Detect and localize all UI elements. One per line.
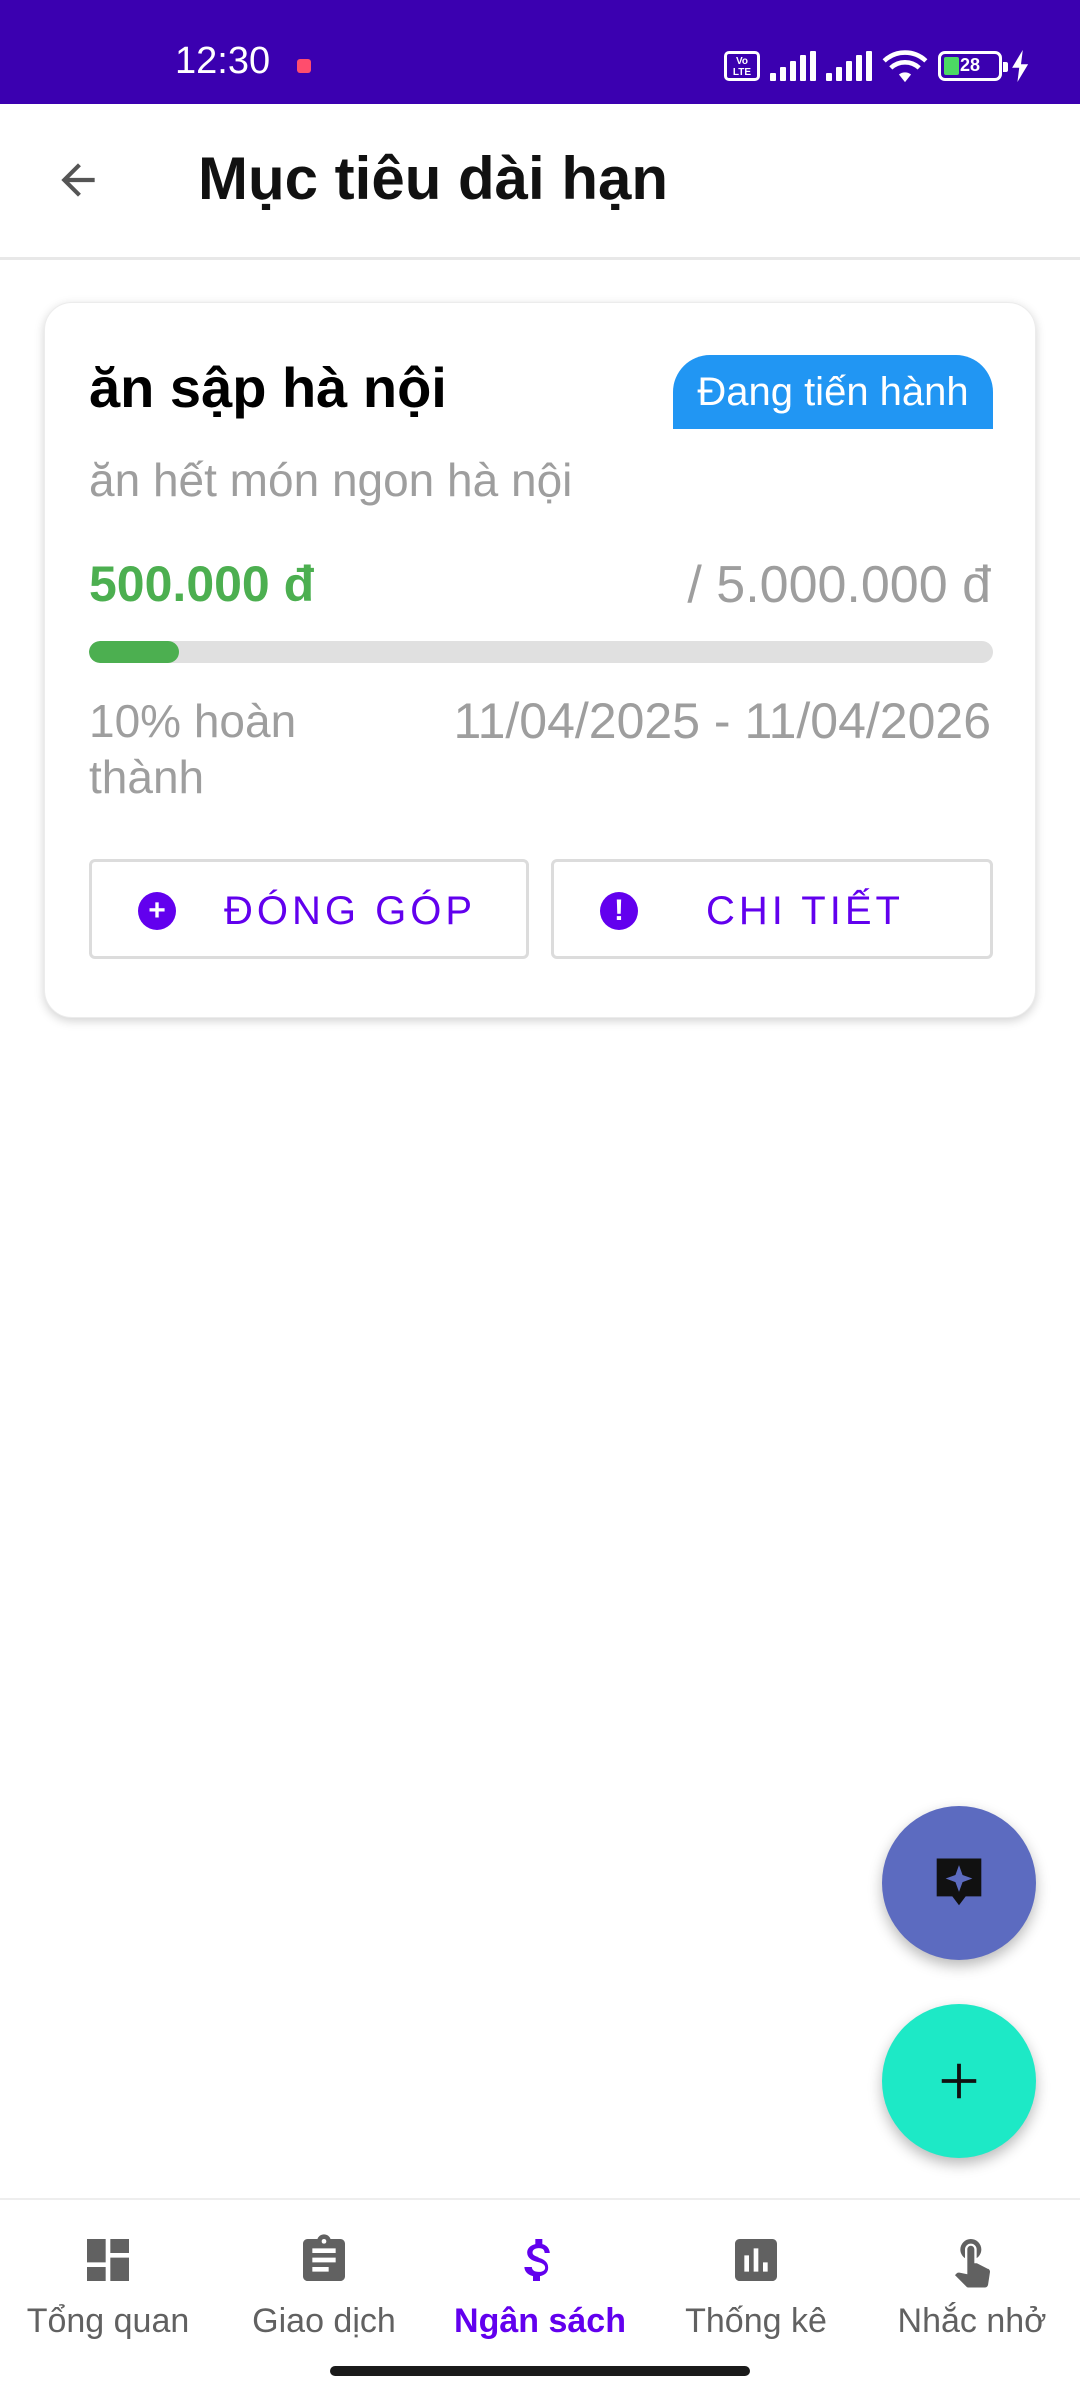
nav-item-thong-ke[interactable]: Thống kê (648, 2230, 864, 2370)
charging-icon (1012, 50, 1029, 82)
nav-item-ngan-sach[interactable]: Ngân sách (432, 2230, 648, 2370)
nav-item-nhac-nho[interactable]: Nhắc nhở (864, 2230, 1080, 2370)
progress-fill (89, 641, 180, 663)
current-amount: 500.000 đ (89, 556, 315, 612)
ai-assistant-fab[interactable] (882, 1806, 1036, 1960)
nav-item-giao-dich[interactable]: Giao dịch (216, 2230, 432, 2370)
status-icons: Vo LTE 28 (724, 46, 1030, 86)
nav-label: Ngân sách (454, 2302, 626, 2340)
notification-dot-icon (297, 59, 311, 73)
app-bar: Mục tiêu dài hạn (0, 104, 1080, 260)
add-goal-fab[interactable] (882, 2004, 1036, 2158)
dashboard-icon (87, 2239, 129, 2281)
contribute-label: ĐÓNG GÓP (224, 889, 477, 933)
date-range: 11/04/2025 - 11/04/2026 (453, 693, 992, 749)
wifi-icon (882, 50, 928, 83)
nav-label: Giao dịch (252, 2302, 396, 2340)
contribute-button[interactable]: + ĐÓNG GÓP (89, 859, 529, 959)
status-bar: 12:30 Vo LTE 28 (0, 0, 1080, 104)
arrow-back-icon (61, 163, 95, 197)
detail-button[interactable]: ! CHI TIẾT (551, 859, 993, 959)
nav-label: Thống kê (685, 2302, 827, 2340)
nav-label: Tổng quan (26, 2302, 190, 2340)
sparkle-chat-icon (936, 1858, 982, 1906)
plus-circle-icon: + (138, 892, 176, 930)
back-button[interactable] (40, 142, 116, 218)
volte-icon: Vo LTE (724, 51, 760, 81)
dollar-icon (524, 2239, 550, 2281)
goal-description: ăn hết món ngon hà nội (89, 454, 573, 506)
status-time: 12:30 (175, 40, 271, 82)
clipboard-icon (303, 2234, 345, 2281)
plus-icon (941, 2063, 977, 2099)
page-title: Mục tiêu dài hạn (198, 145, 669, 212)
battery-icon: 28 (938, 51, 1008, 81)
bar-chart-icon (735, 2239, 777, 2281)
target-amount: / 5.000.000 đ (687, 556, 991, 614)
touch-icon (954, 2239, 991, 2288)
signal-icon-1 (770, 51, 816, 81)
progress-bar (89, 641, 993, 663)
signal-icon-2 (826, 51, 872, 81)
detail-label: CHI TIẾT (706, 889, 904, 933)
status-badge: Đang tiến hành (673, 355, 993, 429)
percent-complete: 10% hoàn thành (89, 695, 297, 803)
goal-name: ăn sập hà nội (89, 356, 447, 419)
info-circle-icon: ! (600, 892, 638, 930)
nav-item-tong-quan[interactable]: Tổng quan (0, 2230, 216, 2370)
goal-card[interactable]: ăn sập hà nội Đang tiến hành ăn hết món … (44, 302, 1036, 1018)
home-indicator[interactable] (330, 2366, 750, 2376)
battery-level: 28 (959, 55, 981, 75)
nav-label: Nhắc nhở (897, 2302, 1047, 2340)
